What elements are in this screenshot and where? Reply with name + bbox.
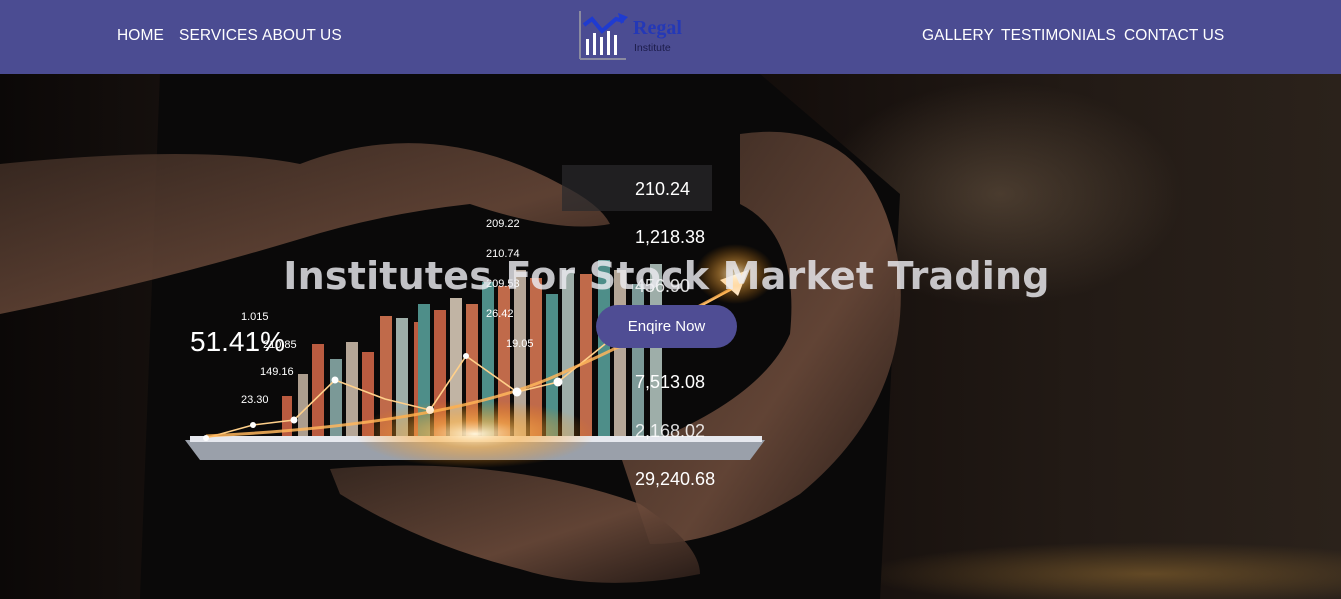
bg-number-small-6: 1.015 bbox=[241, 311, 269, 323]
bg-number-right-2: 1,218.38 bbox=[635, 227, 705, 247]
bg-number-small-1: 209.22 bbox=[486, 218, 520, 230]
bg-number-right-1: 210.24 bbox=[635, 179, 690, 199]
hero-title: Institutes For Stock Market Trading bbox=[283, 254, 1050, 298]
bg-number-small-5: 19.05 bbox=[506, 338, 534, 350]
bg-number-small-8: 149.16 bbox=[260, 366, 294, 378]
logo[interactable]: Regal Institute bbox=[576, 9, 696, 63]
bg-number-small-9: 23.30 bbox=[241, 394, 269, 406]
nav-services[interactable]: SERVICES bbox=[179, 27, 258, 45]
navbar: HOME SERVICES ABOUT US Regal Institute G… bbox=[0, 0, 1341, 74]
bg-number-right-5: 2,168.02 bbox=[635, 421, 705, 441]
logo-subtitle: Institute bbox=[634, 42, 671, 54]
bg-number-small-4: 26.42 bbox=[486, 308, 514, 320]
bg-number-small-7: 210.85 bbox=[263, 339, 297, 351]
nav-home[interactable]: HOME bbox=[117, 27, 164, 45]
nav-contact-us[interactable]: CONTACT US bbox=[1124, 27, 1224, 45]
enquire-now-button[interactable]: Enqire Now bbox=[596, 305, 737, 348]
bg-number-right-6: 29,240.68 bbox=[635, 469, 715, 489]
nav-about-us[interactable]: ABOUT US bbox=[262, 27, 342, 45]
bg-number-right-4: 7,513.08 bbox=[635, 372, 705, 392]
chart-arrow-icon bbox=[579, 11, 628, 60]
nav-testimonials[interactable]: TESTIMONIALS bbox=[1001, 27, 1116, 45]
nav-gallery[interactable]: GALLERY bbox=[922, 27, 994, 45]
logo-title: Regal bbox=[633, 17, 682, 39]
hero-section: 210.24 1,218.38 456.90 7,513.08 2,168.02… bbox=[0, 74, 1341, 599]
